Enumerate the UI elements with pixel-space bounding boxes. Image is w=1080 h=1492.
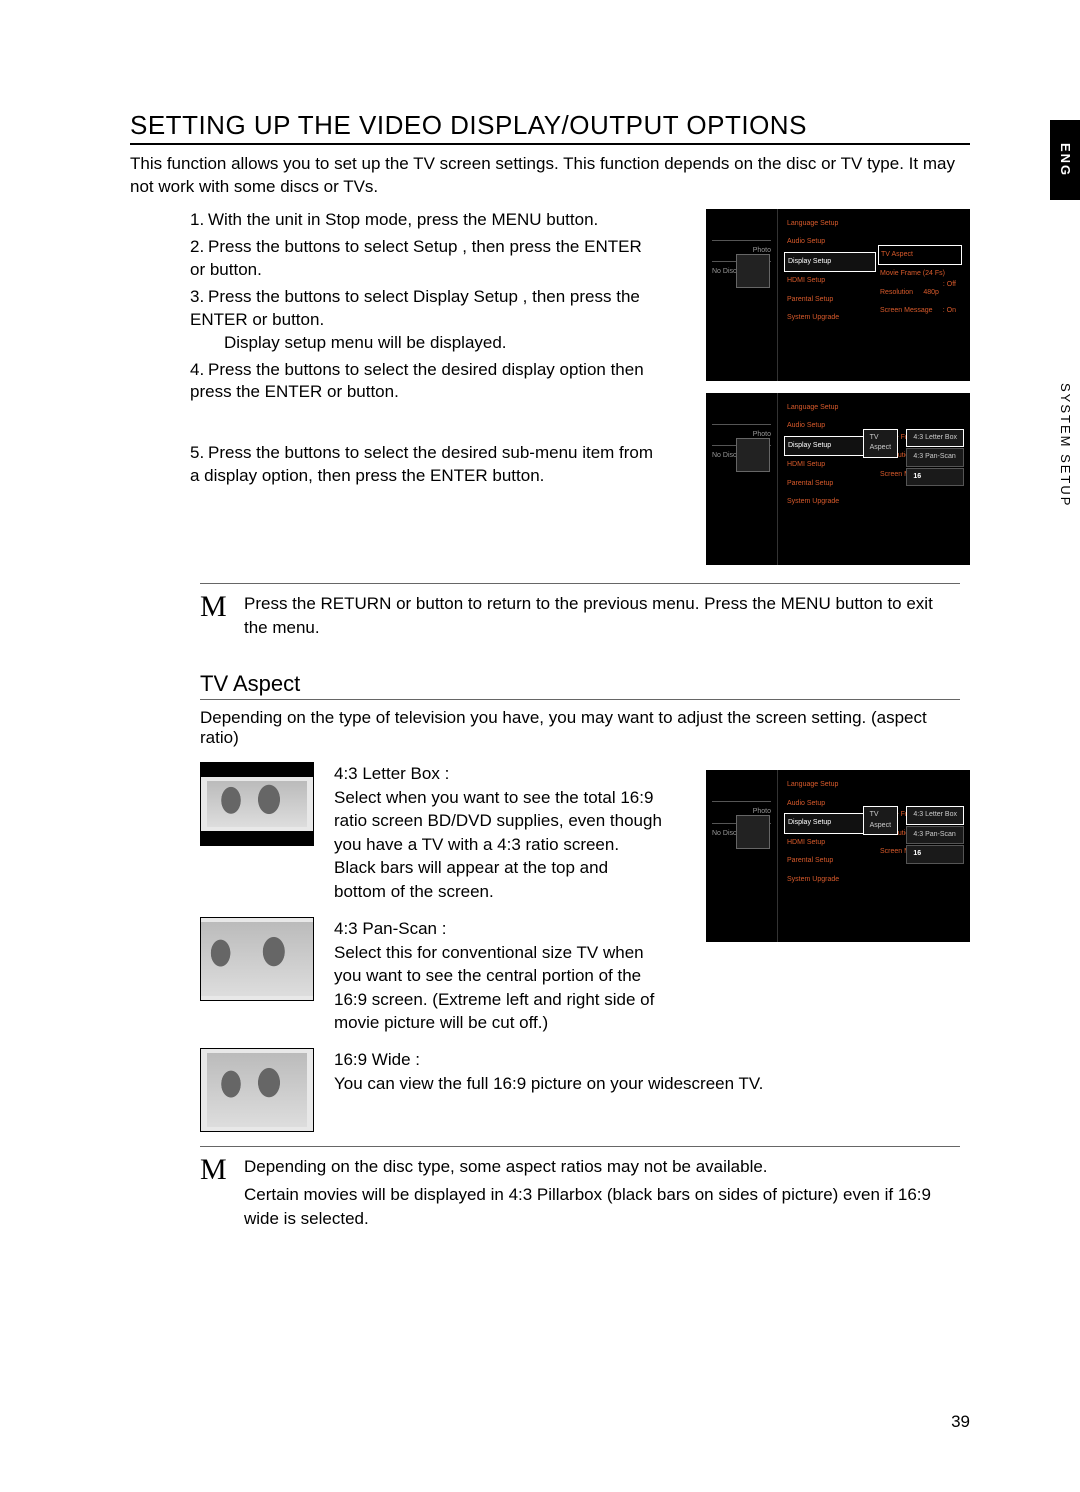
step-3: 3.Press the buttons to select Display Se… [190, 286, 660, 355]
step-5: 5.Press the buttons to select the desire… [190, 442, 660, 488]
note-icon: M [200, 1155, 244, 1234]
note-icon: M [200, 592, 244, 644]
tv-aspect-intro: Depending on the type of television you … [200, 708, 970, 748]
separator [200, 583, 960, 584]
section-tab: SYSTEM SETUP [1050, 300, 1080, 590]
page-number: 39 [951, 1412, 970, 1432]
panscan-thumb [200, 917, 314, 1001]
page-title: SETTING UP THE VIDEO DISPLAY/OUTPUT OPTI… [130, 110, 970, 145]
intro-text: This function allows you to set up the T… [130, 153, 970, 199]
note-aspect: M Depending on the disc type, some aspec… [200, 1155, 960, 1234]
separator-2 [200, 1146, 960, 1147]
tv-aspect-heading: TV Aspect [200, 671, 960, 700]
step-1: 1.With the unit in Stop mode, press the … [190, 209, 660, 232]
letterbox-thumb [200, 762, 314, 846]
wide-thumb [200, 1048, 314, 1132]
lang-tab: ENG [1050, 120, 1080, 200]
note-return: M Press the RETURN or button to return t… [200, 592, 960, 644]
osd-tv-aspect-popup: Photo No Disc Language Setup Audio Setup… [706, 393, 970, 565]
osd-display-setup: Photo No Disc Language Setup Audio Setup… [706, 209, 970, 381]
step-4: 4.Press the buttons to select the desire… [190, 359, 660, 405]
osd-tv-aspect-popup-2: Photo No Disc Language Setup Audio Setup… [706, 770, 970, 942]
aspect-wide: 16:9 Wide : You can view the full 16:9 p… [200, 1048, 820, 1132]
step-2: 2.Press the buttons to select Setup , th… [190, 236, 660, 282]
